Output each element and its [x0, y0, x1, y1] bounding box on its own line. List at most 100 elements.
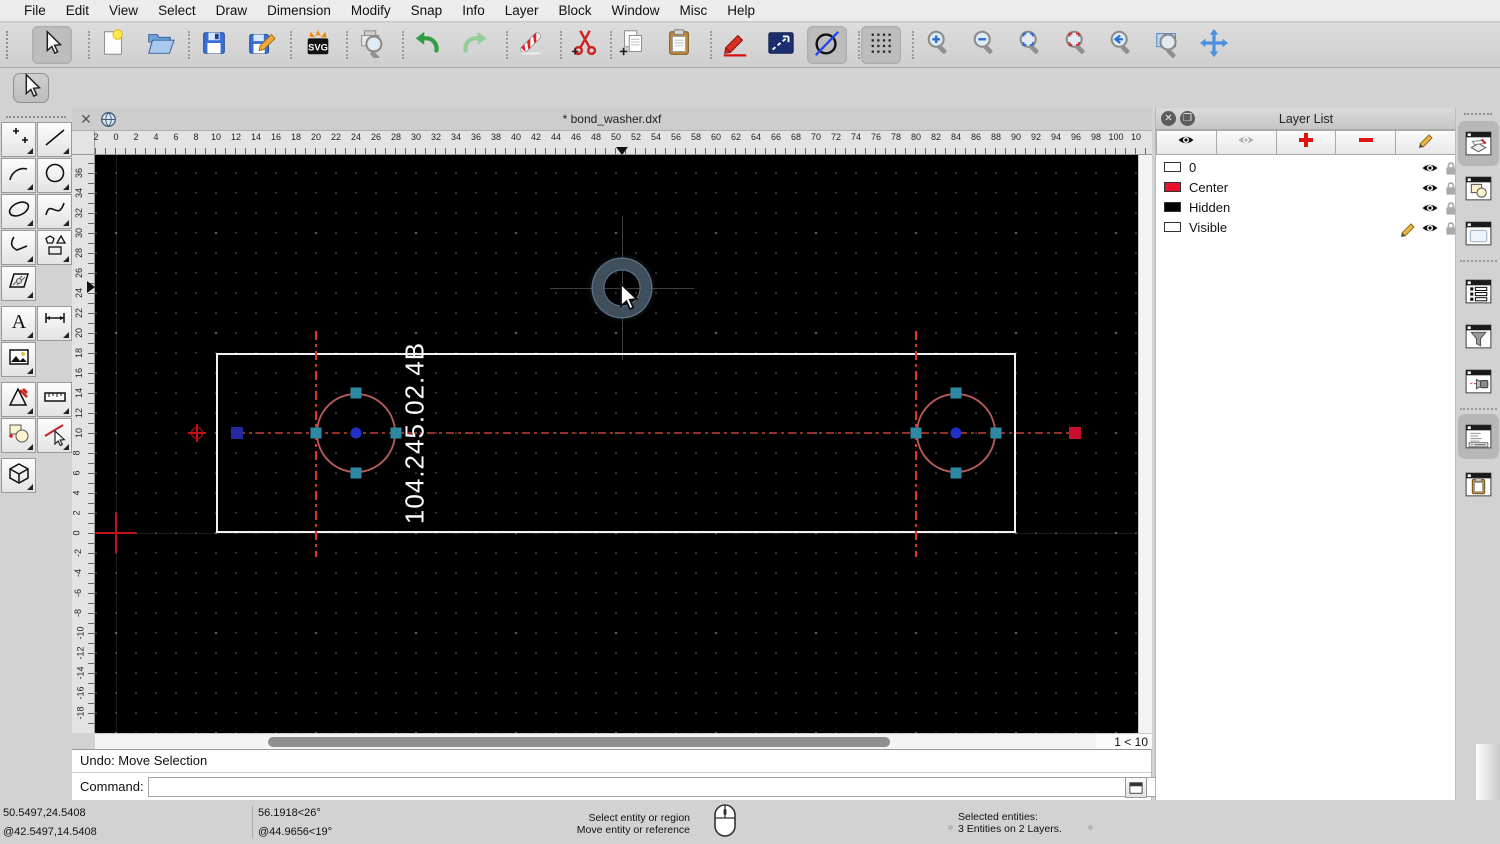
draw-hatch-tool[interactable]: [1, 266, 36, 301]
zoom-pan-button[interactable]: [1194, 26, 1234, 64]
selection-handle[interactable]: [950, 467, 962, 479]
modify-layer-button[interactable]: [1396, 130, 1456, 155]
zoom-auto-button[interactable]: [1011, 26, 1051, 64]
new-file-button[interactable]: [93, 26, 133, 64]
selection-filter-dock-button[interactable]: [1462, 320, 1495, 353]
palette-drag-handle[interactable]: [6, 116, 66, 120]
draw-arc-tool[interactable]: [1, 158, 36, 193]
grid-toggle-button[interactable]: [861, 26, 901, 64]
print-preview-button[interactable]: [352, 26, 392, 64]
line-attributes-button[interactable]: [761, 26, 801, 64]
selection-handle[interactable]: [350, 467, 362, 479]
library-browser-dock-button[interactable]: [1462, 217, 1495, 250]
draw-ellipse-tool[interactable]: [1, 194, 36, 229]
endpoint-handle[interactable]: [1069, 427, 1081, 439]
draw-line-tool[interactable]: [37, 122, 72, 157]
vruler-label: 24: [74, 287, 85, 299]
zoom-out-button[interactable]: [965, 26, 1005, 64]
selection-handle[interactable]: [910, 427, 922, 439]
save-as-button[interactable]: [241, 26, 281, 64]
endpoint-handle[interactable]: [231, 427, 243, 439]
redo-button[interactable]: [454, 26, 494, 64]
command-input[interactable]: [148, 777, 1194, 797]
pointer-tool-button[interactable]: [13, 72, 49, 103]
menu-modify[interactable]: Modify: [341, 0, 401, 22]
menu-edit[interactable]: Edit: [56, 0, 99, 22]
export-svg-button[interactable]: SVG: [298, 26, 338, 64]
delete-selected-button[interactable]: [511, 26, 551, 64]
layer-visibility-icon[interactable]: [1420, 220, 1440, 241]
draw-circle-tool[interactable]: [37, 158, 72, 193]
part-number-label[interactable]: 104.245.02.4B: [400, 342, 431, 524]
camera-view-dock-button[interactable]: [1462, 365, 1495, 398]
circle-center-point[interactable]: [350, 427, 362, 439]
command-detach-button[interactable]: [1125, 777, 1147, 798]
draw-points-tool[interactable]: [1, 122, 36, 157]
clipboard-dock-button[interactable]: [1462, 468, 1495, 501]
block-list-dock-button[interactable]: [1462, 172, 1495, 205]
remove-layer-button[interactable]: [1336, 130, 1397, 155]
open-file-button[interactable]: [140, 26, 180, 64]
layer-list-dock-button[interactable]: [1462, 127, 1495, 160]
draw-spline-tool[interactable]: [37, 194, 72, 229]
zoom-redraw-button[interactable]: [1102, 26, 1142, 64]
selection-handle[interactable]: [390, 427, 402, 439]
copy-button[interactable]: [613, 26, 653, 64]
layer-row[interactable]: Hidden: [1156, 197, 1456, 217]
menu-view[interactable]: View: [99, 0, 148, 22]
draw-polygon-tool[interactable]: [37, 230, 72, 265]
menu-block[interactable]: Block: [549, 0, 602, 22]
layer-row[interactable]: 0: [1156, 157, 1456, 177]
menu-layer[interactable]: Layer: [495, 0, 549, 22]
menu-draw[interactable]: Draw: [206, 0, 258, 22]
menu-misc[interactable]: Misc: [670, 0, 718, 22]
draw-polyline-tool[interactable]: [1, 230, 36, 265]
draw-select-modify-tool[interactable]: [37, 418, 72, 453]
horizontal-scrollbar-thumb[interactable]: [268, 737, 890, 747]
cut-icon: [570, 28, 600, 63]
show-all-layers-button[interactable]: [1156, 130, 1217, 155]
command-line-dock-button[interactable]: [1462, 420, 1495, 453]
pen-edit-button[interactable]: [715, 26, 755, 64]
menu-window[interactable]: Window: [602, 0, 670, 22]
draw-dimension-tool[interactable]: [37, 306, 72, 341]
zoom-in-button[interactable]: [919, 26, 959, 64]
menu-info[interactable]: Info: [452, 0, 495, 22]
circle-center-point[interactable]: [950, 427, 962, 439]
toolbar-drag-handle[interactable]: [6, 31, 10, 59]
drawing-canvas[interactable]: 104.245.02.4B: [95, 155, 1138, 733]
draw-image-tool[interactable]: [1, 342, 36, 377]
main-toolbar: SVG: [0, 23, 1500, 68]
draw-measure-tool[interactable]: [37, 382, 72, 417]
draw-modify-tool[interactable]: [1, 382, 36, 417]
paste-button[interactable]: [659, 26, 699, 64]
circle-slash-button[interactable]: [807, 26, 847, 64]
entity-list-dock-button[interactable]: [1462, 275, 1495, 308]
hide-all-layers-button[interactable]: [1216, 130, 1277, 155]
horizontal-scrollbar[interactable]: [95, 733, 1096, 749]
menu-dimension[interactable]: Dimension: [257, 0, 341, 22]
add-layer-button[interactable]: [1276, 130, 1337, 155]
menu-snap[interactable]: Snap: [401, 0, 453, 22]
menu-help[interactable]: Help: [717, 0, 765, 22]
menu-file[interactable]: File: [14, 0, 56, 22]
undo-button[interactable]: [408, 26, 448, 64]
save-button[interactable]: [194, 26, 234, 64]
dock-separator: [1460, 408, 1497, 410]
menu-select[interactable]: Select: [148, 0, 206, 22]
selection-pointer-button[interactable]: [32, 26, 72, 64]
layer-row[interactable]: Center: [1156, 177, 1456, 197]
draw-solid-tool[interactable]: [1, 458, 36, 493]
zoom-window-button[interactable]: [1148, 26, 1188, 64]
selection-handle[interactable]: [350, 387, 362, 399]
dock-drag-handle[interactable]: [1464, 113, 1492, 117]
selection-handle[interactable]: [310, 427, 322, 439]
layer-row[interactable]: Visible: [1156, 217, 1456, 237]
zoom-previous-button[interactable]: [1057, 26, 1097, 64]
selection-handle[interactable]: [950, 387, 962, 399]
cut-button[interactable]: [565, 26, 605, 64]
draw-block-tool[interactable]: [1, 418, 36, 453]
draw-text-tool[interactable]: A: [1, 306, 36, 341]
vertical-scrollbar[interactable]: [1138, 155, 1152, 733]
selection-handle[interactable]: [990, 427, 1002, 439]
